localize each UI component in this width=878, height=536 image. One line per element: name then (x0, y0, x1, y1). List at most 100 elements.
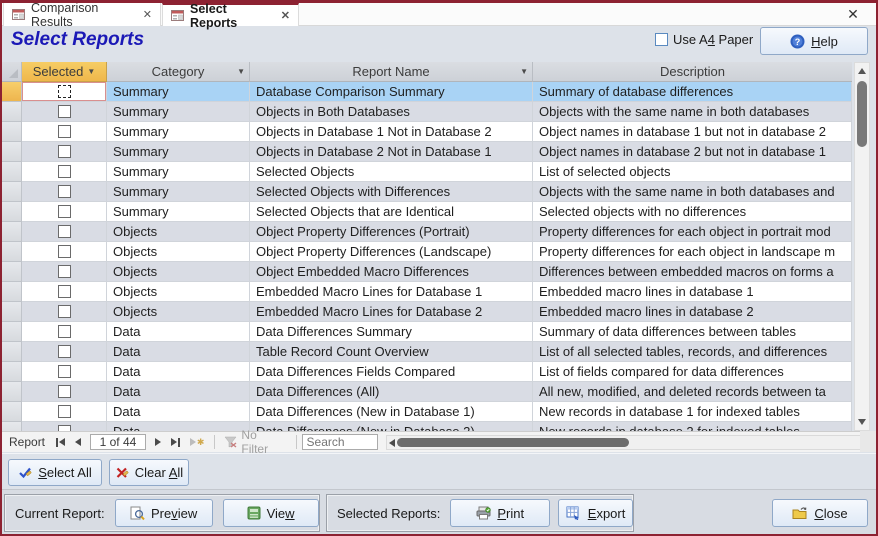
selected-cell[interactable] (22, 282, 107, 302)
row-checkbox[interactable] (58, 205, 71, 218)
row-checkbox[interactable] (58, 165, 71, 178)
row-checkbox[interactable] (58, 85, 71, 98)
report-name-cell[interactable]: Object Property Differences (Portrait) (250, 222, 533, 242)
row-selector[interactable] (2, 322, 22, 342)
row-checkbox[interactable] (58, 325, 71, 338)
tab-comparison-results[interactable]: Comparison Results ✕ (3, 3, 161, 26)
row-checkbox[interactable] (58, 145, 71, 158)
column-header-category[interactable]: Category ▼ (107, 62, 250, 82)
report-name-cell[interactable]: Data Differences (All) (250, 382, 533, 402)
horizontal-scrollbar[interactable] (386, 435, 870, 450)
report-name-cell[interactable]: Database Comparison Summary (250, 82, 533, 102)
description-cell[interactable]: Property differences for each object in … (533, 222, 852, 242)
selected-cell[interactable] (22, 142, 107, 162)
report-name-cell[interactable]: Selected Objects with Differences (250, 182, 533, 202)
table-row[interactable]: SummarySelected ObjectsList of selected … (2, 162, 852, 182)
selected-cell[interactable] (22, 382, 107, 402)
report-name-cell[interactable]: Data Differences (New in Database 2) (250, 422, 533, 431)
row-selector[interactable] (2, 382, 22, 402)
new-record-button[interactable]: ✱ (185, 432, 210, 452)
selected-cell[interactable] (22, 82, 107, 102)
print-button[interactable]: Print (450, 499, 550, 527)
report-name-cell[interactable]: Embedded Macro Lines for Database 2 (250, 302, 533, 322)
table-row[interactable]: DataData Differences (New in Database 1)… (2, 402, 852, 422)
selected-cell[interactable] (22, 182, 107, 202)
description-cell[interactable]: All new, modified, and deleted records b… (533, 382, 852, 402)
row-checkbox[interactable] (58, 405, 71, 418)
filter-dropdown-icon[interactable]: ▼ (237, 67, 245, 76)
table-row[interactable]: DataData Differences (New in Database 2)… (2, 422, 852, 431)
category-cell[interactable]: Data (107, 362, 250, 382)
clear-all-button[interactable]: Clear All (109, 459, 189, 486)
tab-close-icon[interactable]: ✕ (281, 9, 290, 22)
row-checkbox[interactable] (58, 345, 71, 358)
row-checkbox[interactable] (58, 125, 71, 138)
description-cell[interactable]: New records in database 1 for indexed ta… (533, 402, 852, 422)
no-filter-indicator[interactable]: No Filter (220, 428, 290, 456)
category-cell[interactable]: Data (107, 322, 250, 342)
search-input[interactable] (302, 434, 378, 450)
description-cell[interactable]: List of all selected tables, records, an… (533, 342, 852, 362)
category-cell[interactable]: Summary (107, 102, 250, 122)
selected-cell[interactable] (22, 162, 107, 182)
description-cell[interactable]: Selected objects with no differences (533, 202, 852, 222)
row-selector[interactable] (2, 402, 22, 422)
scroll-up-icon[interactable] (855, 64, 869, 78)
description-cell[interactable]: List of selected objects (533, 162, 852, 182)
selected-cell[interactable] (22, 322, 107, 342)
filter-dropdown-icon[interactable]: ▼ (87, 67, 95, 76)
category-cell[interactable]: Summary (107, 202, 250, 222)
table-row[interactable]: DataData Differences (All)All new, modif… (2, 382, 852, 402)
selected-cell[interactable] (22, 222, 107, 242)
row-checkbox[interactable] (58, 225, 71, 238)
row-selector[interactable] (2, 362, 22, 382)
report-name-cell[interactable]: Table Record Count Overview (250, 342, 533, 362)
row-selector[interactable] (2, 182, 22, 202)
description-cell[interactable]: New records in database 2 for indexed ta… (533, 422, 852, 431)
tab-select-reports[interactable]: Select Reports ✕ (162, 3, 299, 26)
help-button[interactable]: ? Help (760, 27, 868, 55)
category-cell[interactable]: Data (107, 382, 250, 402)
report-name-cell[interactable]: Object Embedded Macro Differences (250, 262, 533, 282)
table-row[interactable]: ObjectsObject Property Differences (Port… (2, 222, 852, 242)
category-cell[interactable]: Objects (107, 302, 250, 322)
first-record-button[interactable] (51, 432, 70, 452)
table-row[interactable]: ObjectsObject Property Differences (Land… (2, 242, 852, 262)
selected-cell[interactable] (22, 422, 107, 431)
tab-close-icon[interactable]: ✕ (143, 8, 152, 21)
row-checkbox[interactable] (58, 245, 71, 258)
report-name-cell[interactable]: Selected Objects (250, 162, 533, 182)
category-cell[interactable]: Objects (107, 242, 250, 262)
report-name-cell[interactable]: Objects in Both Databases (250, 102, 533, 122)
row-checkbox[interactable] (58, 365, 71, 378)
report-name-cell[interactable]: Data Differences Fields Compared (250, 362, 533, 382)
select-all-button[interactable]: Select All (8, 459, 102, 486)
last-record-button[interactable] (166, 432, 185, 452)
row-selector[interactable] (2, 262, 22, 282)
table-row[interactable]: ObjectsObject Embedded Macro Differences… (2, 262, 852, 282)
report-name-cell[interactable]: Data Differences (New in Database 1) (250, 402, 533, 422)
description-cell[interactable]: Objects with the same name in both datab… (533, 102, 852, 122)
scroll-down-icon[interactable] (855, 415, 869, 429)
row-checkbox[interactable] (58, 305, 71, 318)
report-name-cell[interactable]: Objects in Database 2 Not in Database 1 (250, 142, 533, 162)
description-cell[interactable]: Object names in database 1 but not in da… (533, 122, 852, 142)
record-position-box[interactable]: 1 of 44 (90, 434, 146, 450)
selected-cell[interactable] (22, 302, 107, 322)
row-selector[interactable] (2, 82, 22, 102)
horizontal-scrollbar-thumb[interactable] (397, 438, 629, 447)
table-row[interactable]: SummaryObjects in Both DatabasesObjects … (2, 102, 852, 122)
row-checkbox[interactable] (58, 385, 71, 398)
table-row[interactable]: ObjectsEmbedded Macro Lines for Database… (2, 282, 852, 302)
row-selector[interactable] (2, 122, 22, 142)
category-cell[interactable]: Summary (107, 122, 250, 142)
category-cell[interactable]: Objects (107, 282, 250, 302)
row-selector[interactable] (2, 242, 22, 262)
row-selector[interactable] (2, 202, 22, 222)
table-row[interactable]: DataTable Record Count OverviewList of a… (2, 342, 852, 362)
selected-cell[interactable] (22, 202, 107, 222)
vertical-scrollbar[interactable] (854, 62, 870, 431)
column-header-description[interactable]: Description (533, 62, 852, 82)
description-cell[interactable]: Summary of data differences between tabl… (533, 322, 852, 342)
description-cell[interactable]: Property differences for each object in … (533, 242, 852, 262)
